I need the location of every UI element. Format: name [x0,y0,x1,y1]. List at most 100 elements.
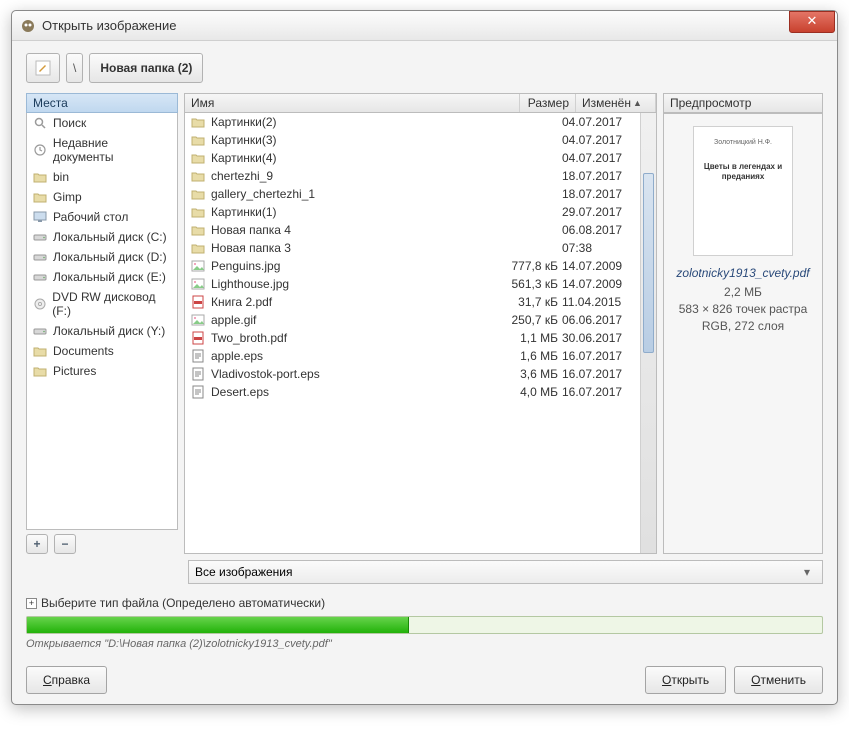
place-item[interactable]: Documents [27,341,177,361]
file-row[interactable]: Desert.eps4,0 МБ16.07.2017 [185,383,640,401]
place-item[interactable]: Локальный диск (D:) [27,247,177,267]
help-button[interactable]: Справка [26,666,107,694]
scrollbar[interactable] [640,113,656,553]
file-date: 04.07.2017 [558,133,634,147]
file-list-header: Имя Размер Изменён ▲ [184,93,657,113]
column-name[interactable]: Имя [185,94,520,112]
file-size: 3,6 МБ [502,367,558,381]
chevron-down-icon: ▾ [804,565,818,579]
file-row[interactable]: Картинки(3)04.07.2017 [185,131,640,149]
progress-bar [26,616,823,634]
place-label: Поиск [53,116,86,130]
column-modified[interactable]: Изменён ▲ [576,94,656,112]
place-item[interactable]: Локальный диск (C:) [27,227,177,247]
preview-thumbnail: Золотницкий Н.Ф. Цветы в легендах и пред… [693,126,793,256]
places-list[interactable]: Поиск Недавние документыbin Gimp Рабочий ст… [26,113,178,530]
file-row[interactable]: Vladivostok-port.eps3,6 МБ16.07.2017 [185,365,640,383]
pdf-icon [191,295,205,309]
workarea: \ Новая папка (2) Места ПоискНедавние до… [12,41,837,704]
folder-icon [191,169,205,183]
file-size: 1,1 МБ [502,331,558,345]
preview-meta: 2,2 МБ 583 × 826 точек растра RGB, 272 с… [679,284,808,334]
file-size: 31,7 кБ [502,295,558,309]
place-label: Локальный диск (Y:) [53,324,165,338]
file-row[interactable]: apple.gif250,7 кБ06.06.2017 [185,311,640,329]
place-item[interactable]: Поиск [27,113,177,133]
file-row[interactable]: Two_broth.pdf1,1 МБ30.06.2017 [185,329,640,347]
search-icon [33,116,47,130]
image-icon [191,313,205,327]
file-row[interactable]: Картинки(4)04.07.2017 [185,149,640,167]
eps-icon [191,349,205,363]
place-item[interactable]: Недавние документы [27,133,177,167]
dialog-window: Открыть изображение ✕ \ Новая папка (2) … [11,10,838,705]
file-row[interactable]: Новая папка 307:38 [185,239,640,257]
file-name: Картинки(2) [211,115,277,129]
file-row[interactable]: Новая папка 4 06.08.2017 [185,221,640,239]
gimp-icon [20,18,36,34]
place-item[interactable]: bin [27,167,177,187]
drive-icon [33,250,47,264]
file-list-body-wrap: Картинки(2)04.07.2017Картинки(3)04.07.20… [184,113,657,554]
file-name: Penguins.jpg [211,259,280,273]
place-item[interactable]: DVD RW дисковод (F:) [27,287,177,321]
file-row[interactable]: Картинки(2)04.07.2017 [185,113,640,131]
places-panel: Места ПоискНедавние документыbinGimpРабо… [26,93,178,554]
file-date: 16.07.2017 [558,385,634,399]
file-row[interactable]: Lighthouse.jpg561,3 кБ14.07.2009 [185,275,640,293]
place-item[interactable]: Рабочий стол [27,207,177,227]
file-name: apple.gif [211,313,256,327]
add-place-button[interactable]: + [26,534,48,554]
filter-label: Все изображения [195,565,293,579]
drive-icon [33,270,47,284]
image-icon [191,259,205,273]
window-title: Открыть изображение [42,18,789,33]
file-row[interactable]: chertezhi_918.07.2017 [185,167,640,185]
file-type-expander[interactable]: + Выберите тип файла (Определено автомат… [26,596,823,610]
remove-place-button[interactable]: − [54,534,76,554]
edit-path-button[interactable] [26,53,60,83]
place-item[interactable]: Локальный диск (Y:) [27,321,177,341]
close-button[interactable]: ✕ [789,11,835,33]
file-name: Vladivostok-port.eps [211,367,320,381]
file-date: 16.07.2017 [558,349,634,363]
file-row[interactable]: apple.eps1,6 МБ16.07.2017 [185,347,640,365]
path-toolbar: \ Новая папка (2) [26,53,823,83]
file-row[interactable]: Книга 2.pdf31,7 кБ11.04.2015 [185,293,640,311]
file-row[interactable]: Penguins.jpg777,8 кБ14.07.2009 [185,257,640,275]
file-name: Новая папка 4 [211,223,291,237]
status-text: Открывается "D:\Новая папка (2)\zolotnic… [26,638,823,650]
cancel-button[interactable]: Отменить [734,666,823,694]
file-name: Desert.eps [211,385,269,399]
place-item[interactable]: Локальный диск (E:) [27,267,177,287]
folder-icon [191,205,205,219]
filter-row: Все изображения ▾ [26,560,823,584]
place-label: Gimp [53,190,82,204]
eps-icon [191,367,205,381]
place-item[interactable]: Pictures [27,361,177,381]
file-list-body[interactable]: Картинки(2)04.07.2017Картинки(3)04.07.20… [185,113,640,553]
file-row[interactable]: Картинки(1)29.07.2017 [185,203,640,221]
file-date: 14.07.2009 [558,277,634,291]
preview-size: 2,2 МБ [679,284,808,301]
open-button[interactable]: Открыть [645,666,726,694]
file-row[interactable]: gallery_chertezhi_118.07.2017 [185,185,640,203]
pdf-icon [191,331,205,345]
file-date: 07:38 [558,241,634,255]
preview-box: Золотницкий Н.Ф. Цветы в легендах и пред… [663,113,823,554]
clock-icon [33,143,47,157]
sort-asc-icon: ▲ [633,98,642,108]
path-current-folder[interactable]: Новая папка (2) [89,53,203,83]
button-row: Справка Открыть Отменить [26,666,823,694]
file-date: 06.08.2017 [558,223,634,237]
file-date: 04.07.2017 [558,151,634,165]
scrollbar-thumb[interactable] [643,173,654,353]
place-label: Локальный диск (E:) [53,270,166,284]
folder-icon [33,190,47,204]
path-separator[interactable]: \ [66,53,83,83]
file-date: 18.07.2017 [558,187,634,201]
place-item[interactable]: Gimp [27,187,177,207]
titlebar: Открыть изображение ✕ [12,11,837,41]
file-type-filter[interactable]: Все изображения ▾ [188,560,823,584]
column-size[interactable]: Размер [520,94,576,112]
